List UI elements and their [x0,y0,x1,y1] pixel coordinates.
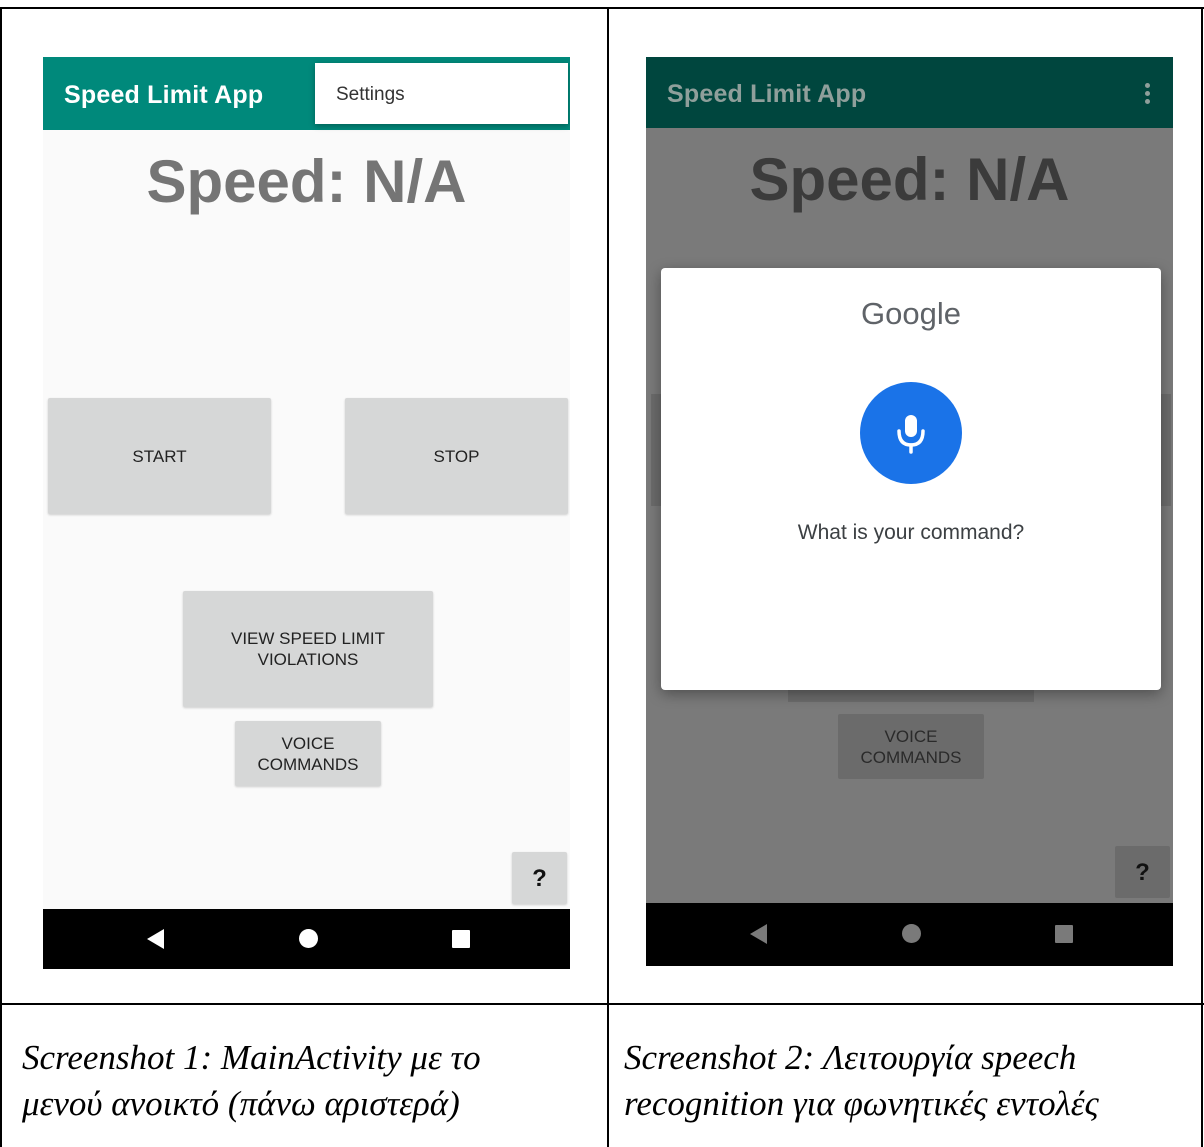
view-violations-label-line2: VIOLATIONS [257,650,359,669]
speed-readout: Speed: N/A [749,146,1070,213]
microphone-icon [897,415,925,454]
table-border-right [1201,7,1203,1147]
help-button-label: ? [1135,858,1150,886]
table-border-top [0,7,1204,9]
speed-readout: Speed: N/A [146,148,467,215]
table-divider-vertical [607,7,609,1147]
speech-prompt: What is your command? [797,521,1025,544]
recents-icon[interactable] [1055,925,1073,943]
overflow-menu-icon[interactable] [1145,83,1151,107]
help-button[interactable]: ? [1115,846,1170,898]
home-icon[interactable] [299,929,318,948]
app-bar: Speed Limit App [646,57,1173,128]
speech-recognition-dialog: Google What is your command? [661,268,1161,690]
microphone-button[interactable] [860,382,962,484]
caption-1-line1: Screenshot 1: MainActivity με το [22,1038,481,1077]
app-title: Speed Limit App [667,80,867,108]
menu-item-settings[interactable]: Settings [336,84,405,106]
dimmed-start-button-edge [651,394,661,506]
caption-1-line2: μενού ανοικτό (πάνω αριστερά) [22,1084,460,1123]
back-icon[interactable] [147,929,164,949]
voice-commands-label: VOICE COMMANDS [860,726,961,768]
phone-screen-main-activity: Speed Limit App Settings Speed: N/A STAR… [43,57,570,969]
voice-commands-label-line2: COMMANDS [257,754,359,774]
voice-commands-label-line1: VOICE [281,733,335,753]
voice-commands-button[interactable]: VOICE COMMANDS [838,714,984,779]
system-nav-bar [43,909,570,969]
start-button-label: START [132,446,187,466]
help-button[interactable]: ? [512,852,567,904]
voice-commands-label: VOICE COMMANDS [257,733,358,775]
dimmed-violations-button-edge [788,690,1034,702]
stop-button[interactable]: STOP [345,398,568,514]
voice-commands-label-line1: VOICE [884,726,938,746]
table-border-left [0,7,2,1147]
google-logo-text: Google [861,296,961,331]
stop-button-label: STOP [433,446,480,466]
back-icon[interactable] [750,924,767,944]
start-button[interactable]: START [48,398,271,514]
overflow-menu: Settings [315,63,568,124]
recents-icon[interactable] [452,930,470,948]
caption-2-line2: recognition για φωνητικές εντολές [624,1084,1099,1123]
view-violations-label-line1: VIEW SPEED LIMIT [231,629,385,648]
table-divider-horizontal [0,1003,1204,1005]
caption-screenshot-1: Screenshot 1: MainActivity με το μενού α… [22,1035,481,1127]
dimmed-stop-button-edge [1161,394,1171,506]
help-button-label: ? [532,864,547,892]
voice-commands-label-line2: COMMANDS [860,747,962,767]
phone-screen-speech-recognition: Speed Limit App Speed: N/A VOICE COMMAND… [646,57,1173,966]
home-icon[interactable] [902,924,921,943]
view-violations-label: VIEW SPEED LIMIT VIOLATIONS [231,628,385,670]
view-violations-button[interactable]: VIEW SPEED LIMIT VIOLATIONS [183,591,433,707]
caption-screenshot-2: Screenshot 2: Λειτουργία speech recognit… [624,1035,1099,1127]
system-nav-bar [646,903,1173,966]
voice-commands-button[interactable]: VOICE COMMANDS [235,721,381,786]
caption-2-line1: Screenshot 2: Λειτουργία speech [624,1038,1077,1077]
app-title: Speed Limit App [64,81,264,109]
